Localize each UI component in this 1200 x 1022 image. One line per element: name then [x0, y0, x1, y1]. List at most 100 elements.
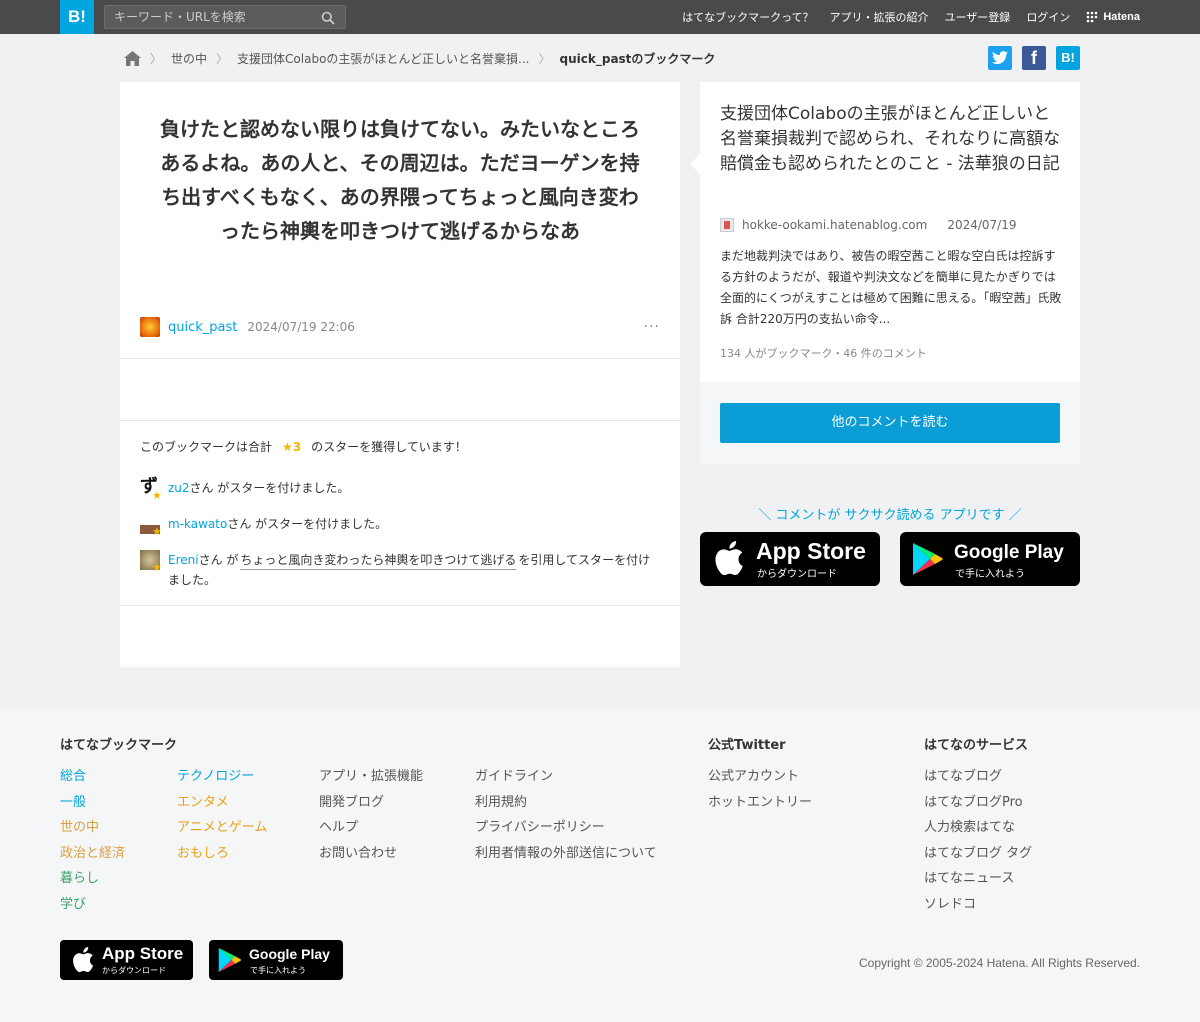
footer-app-store-name: App Store	[102, 944, 184, 963]
footer-link-entertainment[interactable]: エンタメ	[177, 791, 229, 810]
footer-google-play-badge[interactable]: Google Play で手に入れよう	[209, 940, 343, 980]
breadcrumb-entry[interactable]: 支援団体Colaboの主張がほとんど正しいと名誉棄損...	[237, 50, 529, 67]
star-entry: ★ m-kawatoさん がスターを付けました。	[140, 514, 660, 537]
site-favicon-icon	[720, 218, 734, 232]
google-play-badge[interactable]: Google Play で手に入れよう	[900, 532, 1080, 586]
article-title-link[interactable]: 支援団体Colaboの主張がほとんど正しいと名誉棄損裁判で認められ、それなりに高…	[720, 102, 1065, 177]
footer-link-jinriki[interactable]: 人力検索はてな	[924, 816, 1015, 835]
footer-title-bookmark: はてなブックマーク	[60, 738, 178, 753]
hatena-share-button[interactable]: B!	[1056, 46, 1080, 70]
bookmark-card: 負けたと認めない限りは負けてない。みたいなところあるよね。あの人と、その周辺は。…	[120, 82, 680, 667]
footer-link-life[interactable]: 暮らし	[60, 867, 99, 886]
header-nav: はてなブックマークって？ アプリ・拡張の紹介 ユーザー登録 ログイン Haten…	[682, 0, 1140, 34]
star-entry-text: さん がスターを付けました。	[227, 517, 388, 531]
star-user-link[interactable]: Ereni	[168, 553, 199, 567]
footer-google-play-sub: で手に入れよう	[250, 966, 306, 975]
nav-about[interactable]: はてなブックマークって？	[682, 9, 813, 25]
apple-icon	[715, 541, 743, 575]
star-entry-text: さん が	[198, 553, 239, 567]
google-play-sub: で手に入れよう	[955, 569, 1025, 580]
star-entry-text: さん がスターを付けました。	[189, 481, 350, 495]
footer-link-guidelines[interactable]: ガイドライン	[475, 765, 553, 784]
footer-link-fun[interactable]: おもしろ	[177, 842, 229, 861]
nav-register[interactable]: ユーザー登録	[945, 9, 1011, 25]
footer-link-help[interactable]: ヘルプ	[319, 816, 358, 835]
search-box[interactable]	[104, 5, 346, 29]
star-user-link[interactable]: zu2	[168, 481, 190, 495]
avatar[interactable]: ず ★	[140, 478, 162, 502]
breadcrumb-current: quick_pastのブックマーク	[559, 51, 716, 66]
footer-link-knowledge[interactable]: 学び	[60, 893, 86, 912]
avatar[interactable]	[140, 317, 160, 337]
hatena-brand-label: Hatena	[1103, 11, 1140, 23]
footer-title-twitter: 公式Twitter	[708, 738, 786, 753]
footer-link-dev-blog[interactable]: 開発ブログ	[319, 791, 384, 810]
read-other-comments-button[interactable]: 他のコメントを読む	[720, 403, 1060, 443]
footer-link-privacy[interactable]: プライバシーポリシー	[475, 816, 605, 835]
search-input[interactable]	[105, 6, 315, 28]
copyright-text: Copyright © 2005-2024 Hatena. All Rights…	[859, 956, 1140, 970]
top-header: B! はてなブックマークって？ アプリ・拡張の紹介 ユーザー登録 ログイン Ha…	[0, 0, 1200, 34]
twitter-share-button[interactable]	[988, 46, 1012, 70]
footer-link-terms[interactable]: 利用規約	[475, 791, 527, 810]
footer-link-society[interactable]: 世の中	[60, 816, 99, 835]
star-summary-suffix: のスターを獲得しています！	[311, 440, 467, 454]
star-summary-prefix: このブックマークは合計	[140, 440, 273, 454]
google-play-name: Google Play	[954, 542, 1064, 563]
star-quote[interactable]: ちょっと風向き変わったら神輿を叩きつけて逃げる	[240, 553, 517, 570]
bookmark-timestamp[interactable]: 2024/07/19 22:06	[247, 320, 355, 334]
footer-link-hatena-blog-pro[interactable]: はてなブログPro	[924, 791, 1023, 810]
article-description: まだ地裁判決ではあり、被告の暇空茜こと暇な空白氏は控訴する方針のようだが、報道や…	[720, 249, 1062, 326]
footer-link-blog-tag[interactable]: はてなブログ タグ	[924, 842, 1032, 861]
site-footer: はてなブックマーク 総合 一般 世の中 政治と経済 暮らし 学び テクノロジー …	[0, 708, 1200, 1022]
bookmark-user-link[interactable]: quick_past	[168, 320, 237, 335]
avatar[interactable]: ★	[140, 550, 162, 574]
footer-link-hot-entry[interactable]: ホットエントリー	[708, 791, 812, 810]
bookmark-author-row: quick_past 2024/07/19 22:06 ···	[140, 316, 660, 338]
footer-app-store-sub: からダウンロード	[102, 966, 166, 975]
footer-link-economics[interactable]: 政治と経済	[60, 842, 125, 861]
app-store-sub: からダウンロード	[757, 569, 837, 580]
app-store-badge[interactable]: App Store からダウンロード	[700, 532, 880, 586]
footer-link-hatena-blog[interactable]: はてなブログ	[924, 765, 1002, 784]
footer-app-store-badge[interactable]: App Store からダウンロード	[60, 940, 193, 980]
footer-link-all[interactable]: 総合	[60, 765, 86, 784]
footer-link-contact[interactable]: お問い合わせ	[319, 842, 397, 861]
search-icon[interactable]	[321, 11, 335, 25]
facebook-share-button[interactable]: f	[1022, 46, 1046, 70]
footer-google-play-name: Google Play	[249, 946, 330, 962]
star-user-link[interactable]: m-kawato	[168, 517, 227, 531]
article-stats[interactable]: 134 人がブックマーク・46 件のコメント	[720, 345, 927, 361]
footer-link-official-account[interactable]: 公式アカウント	[708, 765, 799, 784]
apple-icon	[73, 947, 94, 972]
footer-link-technology[interactable]: テクノロジー	[177, 765, 254, 784]
star-icon: ★	[152, 561, 162, 574]
star-entry: ず ★ zu2さん がスターを付けました。	[140, 478, 660, 502]
footer-link-apps[interactable]: アプリ・拡張機能	[319, 765, 423, 784]
more-options-icon[interactable]: ···	[644, 319, 660, 335]
google-play-icon	[913, 543, 943, 575]
star-count[interactable]: ★3	[282, 440, 301, 454]
footer-link-soredoko[interactable]: ソレドコ	[924, 893, 976, 912]
google-play-icon	[218, 948, 242, 972]
hatena-brand-link[interactable]: Hatena	[1086, 11, 1140, 23]
nav-apps[interactable]: アプリ・拡張の紹介	[830, 9, 929, 25]
bookmark-comment: 負けたと認めない限りは負けてない。みたいなところあるよね。あの人と、その周辺は。…	[160, 117, 640, 243]
star-summary: このブックマークは合計 ★3 のスターを獲得しています！	[140, 438, 467, 455]
home-icon[interactable]	[124, 50, 141, 66]
chevron-right-icon: 〉	[216, 51, 229, 66]
star-icon: ★	[152, 489, 162, 502]
footer-link-hatena-news[interactable]: はてなニュース	[924, 867, 1014, 886]
hatena-dots-icon	[1087, 11, 1098, 23]
footer-link-general[interactable]: 一般	[60, 791, 86, 810]
article-meta: hokke-ookami.hatenablog.com 2024/07/19	[720, 218, 1017, 232]
footer-link-external-transmission[interactable]: 利用者情報の外部送信について	[475, 842, 657, 861]
footer-link-anime-game[interactable]: アニメとゲーム	[177, 816, 267, 835]
nav-login[interactable]: ログイン	[1026, 9, 1070, 25]
article-card: 支援団体Colaboの主張がほとんど正しいと名誉棄損裁判で認められ、それなりに高…	[690, 82, 1080, 382]
avatar[interactable]: ★	[140, 514, 162, 537]
hatena-bookmark-logo[interactable]: B!	[60, 0, 94, 34]
breadcrumb-category[interactable]: 世の中	[171, 50, 207, 67]
article-date: 2024/07/19	[947, 218, 1017, 232]
article-domain[interactable]: hokke-ookami.hatenablog.com	[742, 218, 927, 232]
